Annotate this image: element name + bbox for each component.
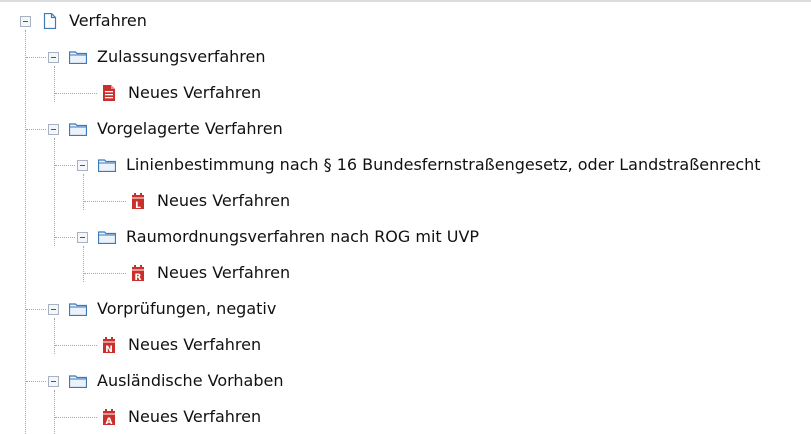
tree-node-label[interactable]: Neues Verfahren (157, 186, 290, 216)
tree-node-label[interactable]: Vorprüfungen, negativ (97, 294, 276, 324)
tree-item-new-procedure-a[interactable]: A Neues Verfahren (100, 402, 261, 432)
collapse-toggle[interactable] (48, 375, 59, 387)
tree-node-label[interactable]: Neues Verfahren (157, 258, 290, 288)
tree-connector (54, 138, 55, 246)
tree-node-label[interactable]: Verfahren (69, 6, 147, 36)
new-procedure-n-icon: N (100, 337, 118, 353)
tree-node-label[interactable]: Neues Verfahren (128, 402, 261, 432)
tree-item-new-procedure-n[interactable]: N Neues Verfahren (100, 330, 261, 360)
tree-item-new-procedure[interactable]: Neues Verfahren (100, 78, 261, 108)
tree-node-label[interactable]: Vorgelagerte Verfahren (97, 114, 283, 144)
tree-node-verfahren[interactable]: Verfahren (20, 6, 147, 36)
tree-folder-linienbestimmung[interactable]: Linienbestimmung nach § 16 Bundesfernstr… (77, 150, 761, 180)
collapse-toggle[interactable] (20, 15, 31, 27)
tree-folder-raumordnungsverfahren[interactable]: Raumordnungsverfahren nach ROG mit UVP (77, 222, 479, 252)
tree-item-new-procedure-r[interactable]: R Neues Verfahren (129, 258, 290, 288)
collapse-toggle[interactable] (77, 231, 88, 243)
tree-item-new-procedure-l[interactable]: L Neues Verfahren (129, 186, 290, 216)
svg-text:N: N (105, 345, 113, 353)
collapse-toggle[interactable] (48, 51, 59, 63)
new-procedure-l-icon: L (129, 193, 147, 209)
new-procedure-icon (100, 85, 118, 101)
folder-icon (69, 301, 87, 317)
tree-node-label[interactable]: Neues Verfahren (128, 78, 261, 108)
tree-connector (26, 129, 46, 130)
tree-connector (26, 381, 46, 382)
collapse-toggle[interactable] (48, 303, 59, 315)
collapse-toggle[interactable] (48, 123, 59, 135)
tree-node-label[interactable]: Linienbestimmung nach § 16 Bundesfernstr… (126, 150, 761, 180)
svg-text:L: L (135, 201, 141, 209)
tree-node-label[interactable]: Raumordnungsverfahren nach ROG mit UVP (126, 222, 479, 252)
tree-connector (84, 201, 126, 202)
svg-text:A: A (106, 417, 113, 425)
folder-icon (98, 157, 116, 173)
tree-connector (54, 390, 55, 434)
tree-connector (26, 57, 46, 58)
document-icon (41, 13, 59, 29)
tree-connector (55, 237, 75, 238)
tree-connector (84, 273, 126, 274)
collapse-toggle[interactable] (77, 159, 88, 171)
tree-connector (26, 309, 46, 310)
procedure-tree: Verfahren Zulassungsverfahren Neues Verf… (0, 0, 811, 434)
tree-folder-auslaendische-vorhaben[interactable]: Ausländische Vorhaben (48, 366, 284, 396)
new-procedure-r-icon: R (129, 265, 147, 281)
tree-connector (55, 165, 75, 166)
tree-folder-vorpruefungen-negativ[interactable]: Vorprüfungen, negativ (48, 294, 276, 324)
tree-node-label[interactable]: Ausländische Vorhaben (97, 366, 284, 396)
new-procedure-a-icon: A (100, 409, 118, 425)
tree-folder-zulassungsverfahren[interactable]: Zulassungsverfahren (48, 42, 265, 72)
tree-connector (55, 417, 97, 418)
svg-text:R: R (135, 273, 142, 281)
folder-icon (98, 229, 116, 245)
tree-connector (55, 93, 97, 94)
top-border (0, 0, 811, 2)
tree-node-label[interactable]: Zulassungsverfahren (97, 42, 265, 72)
folder-icon (69, 121, 87, 137)
tree-connector (25, 30, 26, 434)
tree-folder-vorgelagerte-verfahren[interactable]: Vorgelagerte Verfahren (48, 114, 283, 144)
tree-connector (55, 345, 97, 346)
tree-node-label[interactable]: Neues Verfahren (128, 330, 261, 360)
folder-icon (69, 49, 87, 65)
folder-icon (69, 373, 87, 389)
